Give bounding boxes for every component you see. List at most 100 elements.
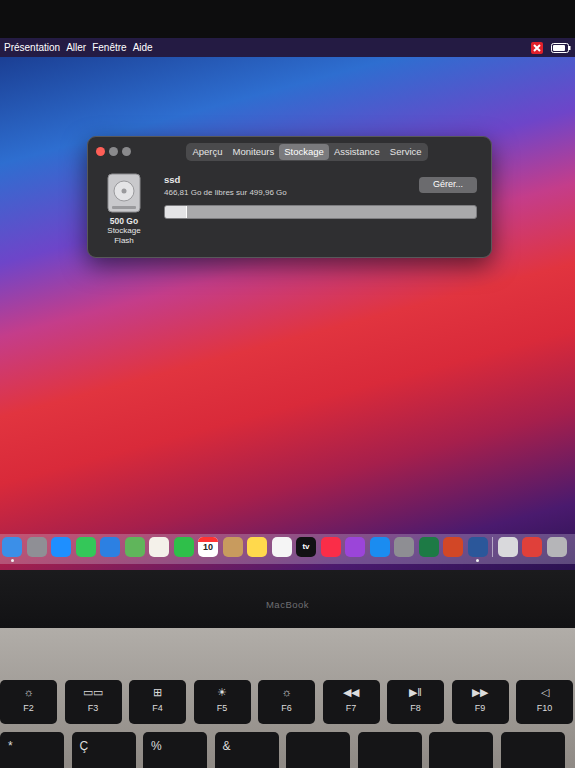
keyboard-key[interactable]: %: [143, 732, 207, 768]
dock-item[interactable]: [498, 537, 518, 562]
app-app-icon[interactable]: [498, 537, 518, 557]
app-app-icon[interactable]: [394, 537, 414, 557]
tv-label: tv: [302, 543, 309, 551]
app-app-icon[interactable]: [522, 537, 542, 557]
keyboard-key[interactable]: *: [0, 732, 64, 768]
dock-item[interactable]: [174, 537, 194, 562]
minimize-button[interactable]: [109, 147, 118, 156]
app-app-icon[interactable]: [419, 537, 439, 557]
dock-item[interactable]: [345, 537, 365, 562]
dock-item[interactable]: [2, 537, 22, 562]
app-app-icon[interactable]: [125, 537, 145, 557]
app-app-icon[interactable]: [468, 537, 488, 557]
tab[interactable]: Stockage: [279, 144, 329, 160]
dock-item[interactable]: [223, 537, 243, 562]
disk-capacity: 500 Go: [110, 216, 138, 226]
function-key[interactable]: ☼F6: [258, 680, 315, 724]
zoom-button[interactable]: [122, 147, 131, 156]
keyboard-key[interactable]: &: [215, 732, 279, 768]
app-status-icon[interactable]: [531, 42, 543, 54]
dock-item[interactable]: [321, 537, 341, 562]
disk-text: ssd466,81 Go de libres sur 499,96 Go: [164, 173, 287, 199]
tab[interactable]: Assistance: [329, 144, 385, 160]
tab[interactable]: Aperçu: [187, 144, 227, 160]
function-key-icon: ▶▶: [472, 686, 488, 698]
function-key[interactable]: ⊞F4: [129, 680, 186, 724]
function-key-label: F4: [152, 702, 163, 716]
battery-icon[interactable]: [551, 43, 571, 53]
keyboard-key[interactable]: [286, 732, 350, 768]
app-app-icon[interactable]: [272, 537, 292, 557]
dock-item[interactable]: [51, 537, 71, 562]
laptop-model-label: MacBook: [266, 598, 309, 612]
function-key[interactable]: ▭▭ F3: [65, 680, 122, 724]
tab[interactable]: Moniteurs: [228, 144, 280, 160]
function-key[interactable]: ▶‖F8: [387, 680, 444, 724]
dock-item[interactable]: 10: [198, 537, 218, 562]
calendar-day: 10: [203, 543, 213, 552]
keyboard-key[interactable]: [429, 732, 493, 768]
menu-item[interactable]: Présentation: [4, 40, 66, 55]
function-key[interactable]: ☀F5: [194, 680, 251, 724]
dock-item[interactable]: [27, 537, 47, 562]
function-key[interactable]: ▶▶F9: [452, 680, 509, 724]
app-app-icon[interactable]: [370, 537, 390, 557]
dock-item[interactable]: [394, 537, 414, 562]
menu-item[interactable]: Aller: [66, 40, 92, 55]
menu-item[interactable]: Aide: [133, 40, 159, 55]
dock-item[interactable]: [247, 537, 267, 562]
app-app-icon[interactable]: [149, 537, 169, 557]
tab[interactable]: Service: [385, 144, 427, 160]
menu-item[interactable]: Fenêtre: [92, 40, 132, 55]
manage-button[interactable]: Gérer...: [419, 177, 477, 193]
app-app-icon[interactable]: [27, 537, 47, 557]
calendar-app-icon[interactable]: 10: [198, 537, 218, 557]
function-key-icon: ▭▭: [83, 686, 103, 698]
app-app-icon[interactable]: [443, 537, 463, 557]
running-indicator: [280, 559, 283, 562]
app-app-icon[interactable]: [100, 537, 120, 557]
keyboard-key[interactable]: [358, 732, 422, 768]
app-app-icon[interactable]: [345, 537, 365, 557]
status-area: [531, 42, 571, 54]
app-app-icon[interactable]: [51, 537, 71, 557]
disk-header: ssd466,81 Go de libres sur 499,96 Go Gére…: [164, 173, 477, 199]
traffic-lights: [96, 147, 131, 156]
dock-item[interactable]: [125, 537, 145, 562]
dock-item[interactable]: [547, 537, 567, 562]
keyboard-key[interactable]: Ç: [72, 732, 136, 768]
app-app-icon[interactable]: [174, 537, 194, 557]
dock-item[interactable]: [522, 537, 542, 562]
dock-item[interactable]: [370, 537, 390, 562]
app-app-icon[interactable]: [2, 537, 22, 557]
tab-bar: AperçuMoniteursStockageAssistanceService: [186, 143, 427, 161]
dock-item[interactable]: [76, 537, 96, 562]
keyboard-key[interactable]: [501, 732, 565, 768]
about-window: AperçuMoniteursStockageAssistanceService…: [87, 136, 492, 258]
tv-app-icon[interactable]: tv: [296, 537, 316, 557]
app-app-icon[interactable]: [547, 537, 567, 557]
app-app-icon[interactable]: [321, 537, 341, 557]
dock-item[interactable]: [272, 537, 292, 562]
running-indicator: [531, 559, 534, 562]
function-key-label: F3: [88, 702, 99, 716]
function-key-label: F10: [537, 702, 553, 716]
dock-item[interactable]: tv: [296, 537, 316, 562]
dock-item[interactable]: [443, 537, 463, 562]
function-key[interactable]: ◀◀F7: [323, 680, 380, 724]
app-app-icon[interactable]: [247, 537, 267, 557]
key-label: &: [223, 739, 231, 753]
running-indicator: [378, 559, 381, 562]
key-label: *: [8, 739, 13, 753]
dock-item[interactable]: [149, 537, 169, 562]
app-app-icon[interactable]: [223, 537, 243, 557]
dock-item[interactable]: [468, 537, 488, 562]
function-key[interactable]: ☼F2: [0, 680, 57, 724]
app-app-icon[interactable]: [76, 537, 96, 557]
function-key[interactable]: ◁F10: [516, 680, 573, 724]
dock-item[interactable]: [100, 537, 120, 562]
dock-item[interactable]: [419, 537, 439, 562]
disk-name: ssd: [164, 173, 287, 187]
running-indicator: [182, 559, 185, 562]
close-button[interactable]: [96, 147, 105, 156]
